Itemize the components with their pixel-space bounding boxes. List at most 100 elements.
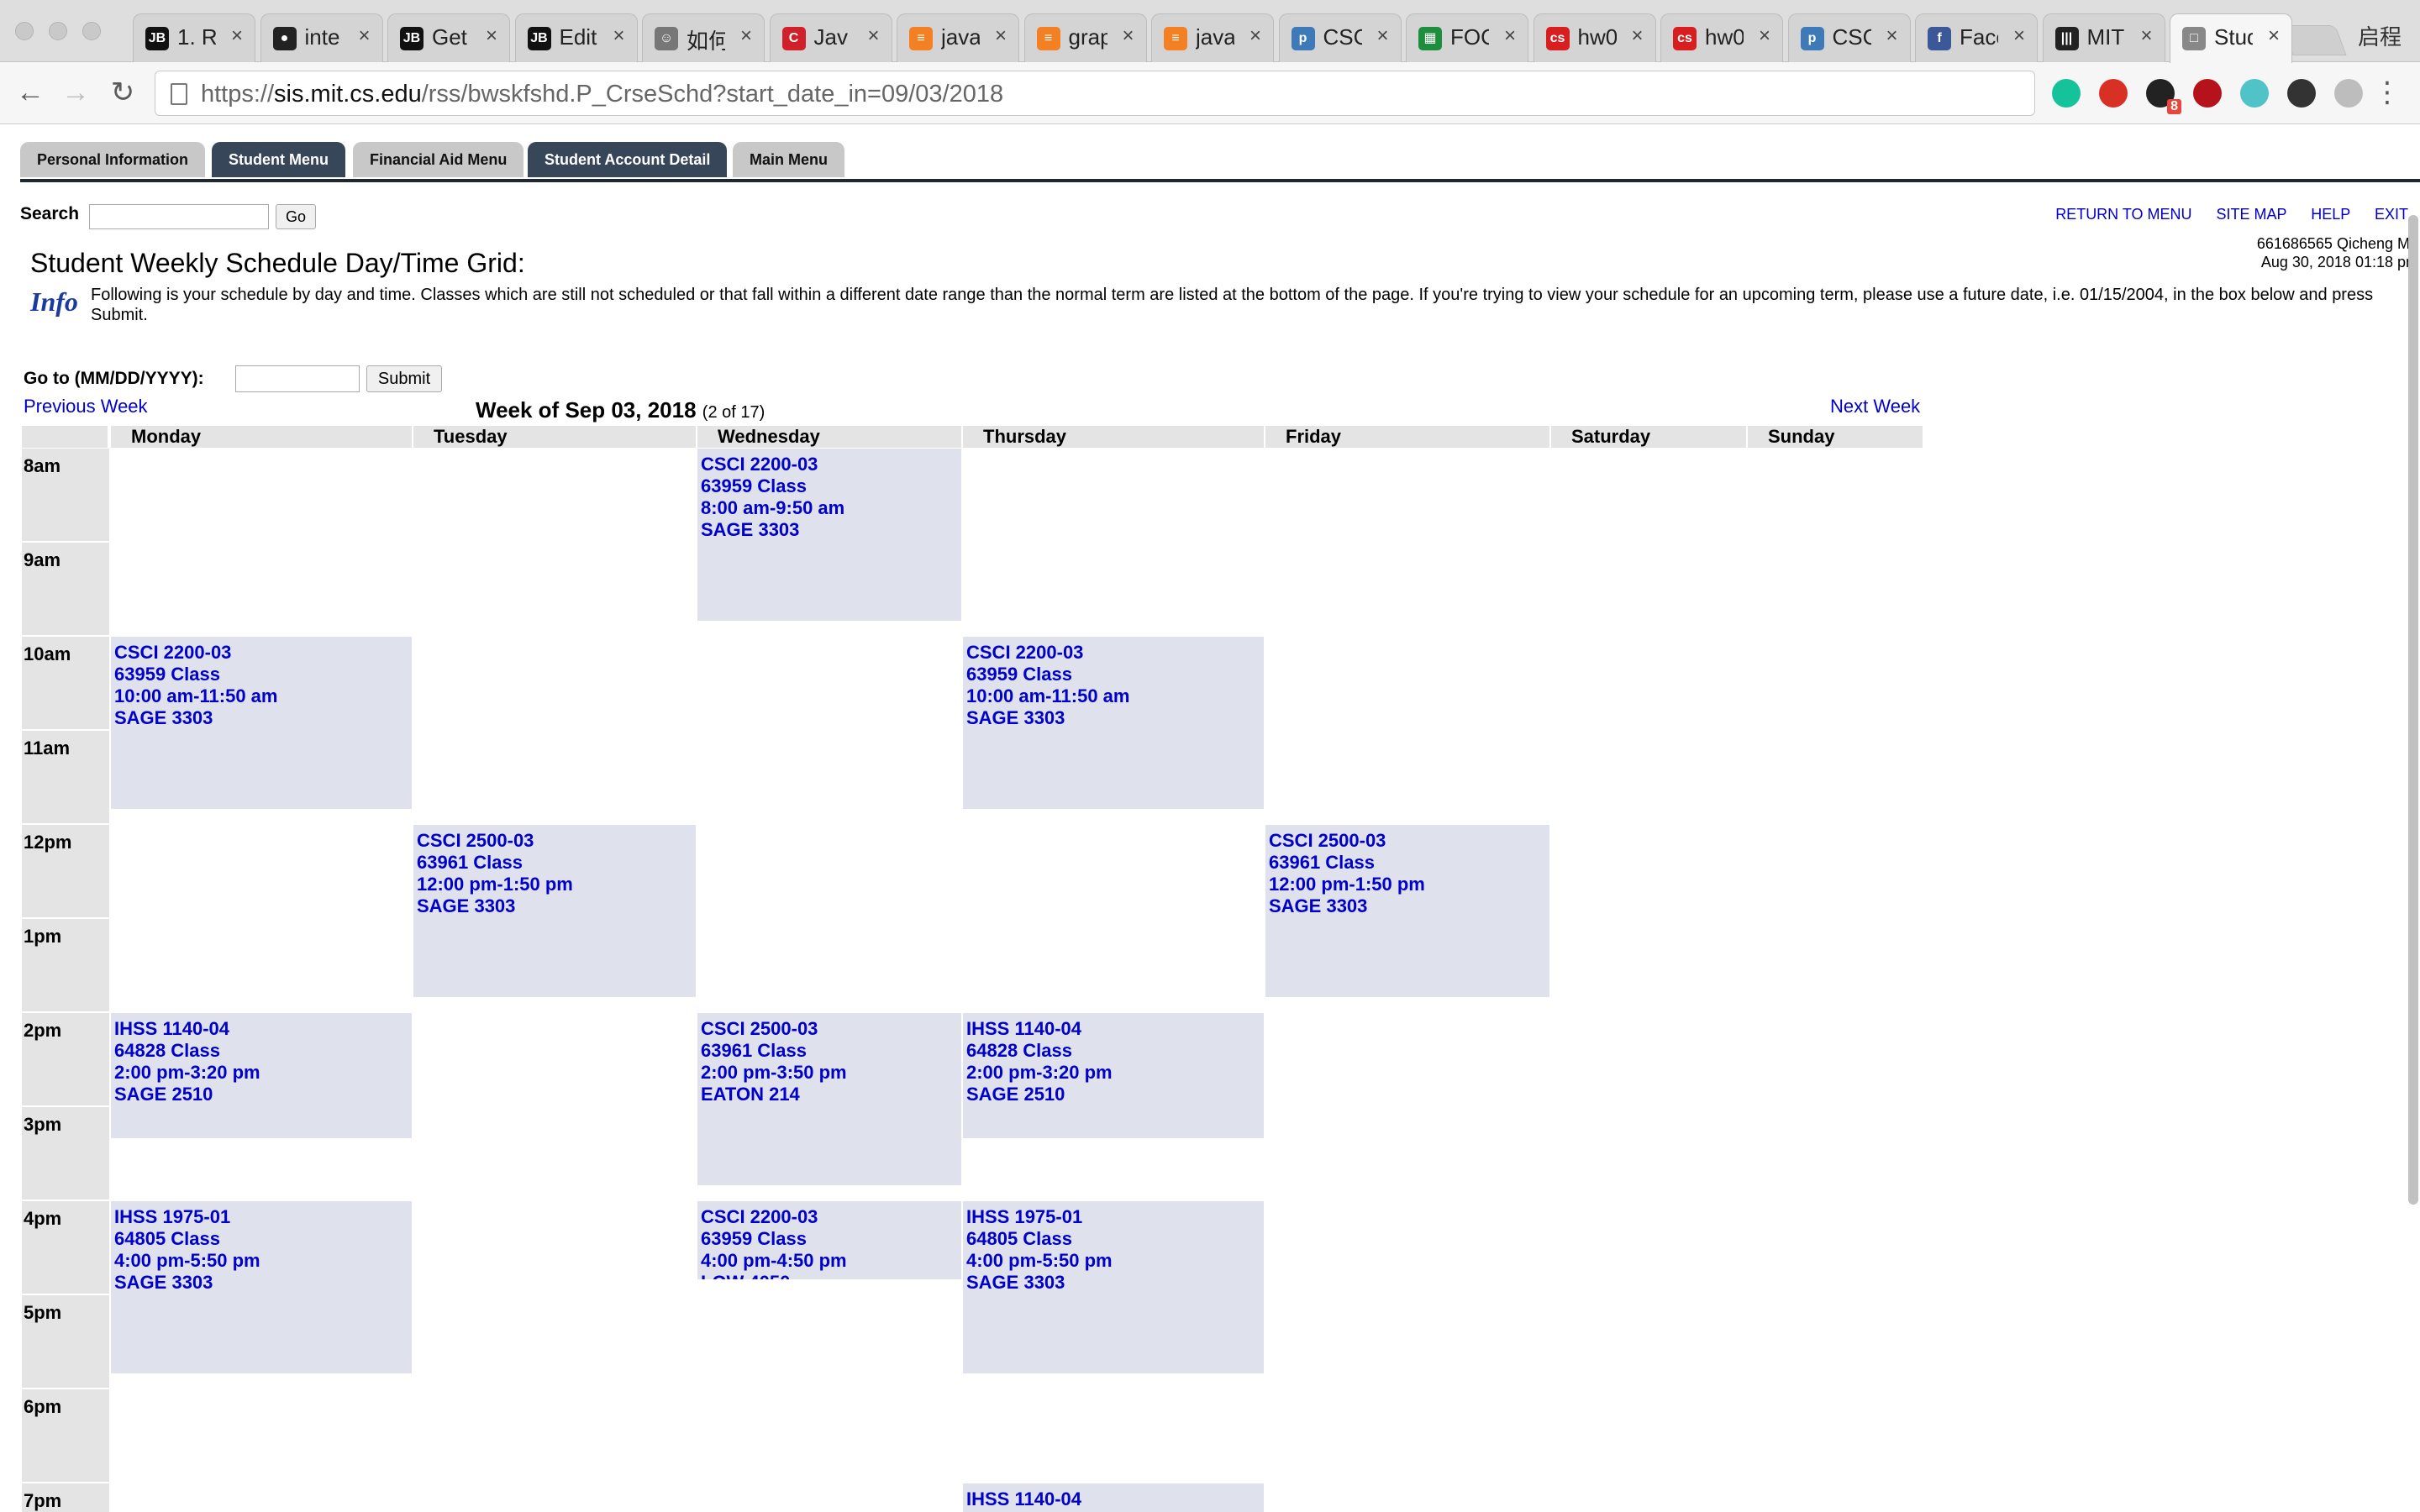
browser-tab-title: java xyxy=(1196,24,1234,50)
browser-tab[interactable]: JB Get × xyxy=(387,13,510,62)
browser-tab-title: hw0 xyxy=(1577,24,1617,50)
close-tab-icon[interactable]: × xyxy=(740,24,752,48)
browser-tab-title: Stud xyxy=(2214,24,2253,50)
close-tab-icon[interactable]: × xyxy=(231,24,243,48)
browser-tab[interactable]: ≡ java × xyxy=(897,13,1019,62)
window-zoom-button[interactable] xyxy=(82,22,101,40)
hypothesis-icon[interactable] xyxy=(2334,79,2363,108)
class-event[interactable]: IHSS 1140-04 64828 Class 2:00 pm-3:20 pm SA… xyxy=(963,1013,1264,1139)
browser-tab-title: Edit xyxy=(559,24,597,50)
window-minimize-button[interactable] xyxy=(49,22,67,40)
url-scheme: https:// xyxy=(201,81,275,108)
close-tab-icon[interactable]: × xyxy=(1504,24,1516,48)
close-tab-icon[interactable]: × xyxy=(1631,24,1643,48)
facebook-icon: f xyxy=(1928,27,1951,50)
class-event-line: LOW 4050 xyxy=(701,1272,961,1279)
class-event-line: CSCI 2500-03 xyxy=(701,1018,818,1039)
class-event-line: 4:00 pm-5:50 pm xyxy=(966,1250,1113,1271)
close-tab-icon[interactable]: × xyxy=(613,24,624,48)
piazza-icon: p xyxy=(1291,27,1315,50)
class-event[interactable]: CSCI 2500-03 63961 Class 2:00 pm-3:50 pm EA… xyxy=(697,1013,961,1186)
class-event[interactable]: CSCI 2500-03 63961 Class 12:00 pm-1:50 pm S… xyxy=(1265,825,1549,998)
browser-tab[interactable]: ▦ FOC × xyxy=(1406,13,1528,62)
day-header: Friday xyxy=(1265,426,1551,448)
url-text[interactable]: https://sis.mit.cs.edu/rss/bwskfshd.P_Cr… xyxy=(201,81,1003,108)
browser-tab[interactable]: ≡ grap × xyxy=(1023,13,1147,62)
class-event-line: 8:00 am-9:50 am xyxy=(701,497,845,518)
class-event[interactable]: CSCI 2200-0363959 Class4:00 pm-4:50 pmLO… xyxy=(697,1201,961,1280)
browser-tab[interactable]: ● inte × xyxy=(260,13,383,62)
window-close-button[interactable] xyxy=(15,22,34,40)
jetbrains-icon: JB xyxy=(400,27,424,50)
sheets-icon: ▦ xyxy=(1418,27,1442,50)
ext-badge-icon[interactable]: 8 xyxy=(2146,79,2181,114)
ublock-icon[interactable] xyxy=(2193,79,2222,108)
browser-tab[interactable]: □ Stud × xyxy=(2170,13,2292,63)
close-tab-icon[interactable]: × xyxy=(1122,24,1134,48)
browser-tab[interactable]: ||| MIT × xyxy=(2042,13,2165,62)
class-event[interactable]: CSCI 2500-03 63961 Class 12:00 pm-1:50 pm S… xyxy=(413,825,696,998)
class-event[interactable]: CSCI 2200-03 63959 Class 10:00 am-11:50 am… xyxy=(111,637,412,810)
close-tab-icon[interactable]: × xyxy=(867,24,879,48)
browser-tab-title: Face xyxy=(1960,24,1998,50)
class-event[interactable]: IHSS 1975-01 64805 Class 4:00 pm-5:50 pm SA… xyxy=(111,1201,412,1374)
video-ext-icon[interactable] xyxy=(2099,79,2128,108)
class-event-line: 2:00 pm-3:50 pm xyxy=(701,1062,847,1083)
class-event-line: IHSS 1975-01 xyxy=(114,1206,231,1227)
class-event-line: SAGE 3303 xyxy=(114,707,213,728)
class-event-line: 63961 Class xyxy=(1269,852,1375,873)
browser-tab[interactable]: p CSC × xyxy=(1787,13,1911,62)
class-event-line: SAGE 2510 xyxy=(114,1084,213,1105)
page-info-icon[interactable] xyxy=(171,83,187,105)
close-tab-icon[interactable]: × xyxy=(2140,24,2152,48)
stackoverflow-icon: ≡ xyxy=(1164,27,1187,50)
close-tab-icon[interactable]: × xyxy=(1376,24,1388,48)
class-event-line: CSCI 2200-03 xyxy=(114,642,232,663)
browser-tab-title: grap xyxy=(1068,24,1107,50)
browser-tab[interactable]: f Face × xyxy=(1915,13,2038,62)
browser-tab[interactable]: ≡ java × xyxy=(1151,13,1274,62)
browser-tab-title: hw0 xyxy=(1705,24,1744,50)
reload-icon[interactable]: ↻ xyxy=(106,76,139,109)
class-event-line: CSCI 2500-03 xyxy=(417,830,534,851)
close-tab-icon[interactable]: × xyxy=(995,24,1007,48)
time-slot-label: 9am xyxy=(22,543,109,637)
forward-arrow-icon[interactable]: → xyxy=(59,76,92,109)
class-event[interactable]: CSCI 2200-03 63959 Class 10:00 am-11:50 am… xyxy=(963,637,1264,810)
cs-icon: cs xyxy=(1545,27,1570,50)
close-tab-icon[interactable]: × xyxy=(486,24,497,48)
browser-tab-title: CSC xyxy=(1832,24,1871,50)
class-event-line: SAGE 2510 xyxy=(966,1084,1065,1105)
close-tab-icon[interactable]: × xyxy=(358,24,370,48)
browser-menu-icon[interactable]: ⋮ xyxy=(2373,76,2402,109)
close-tab-icon[interactable]: × xyxy=(2013,24,2025,48)
close-tab-icon[interactable]: × xyxy=(1759,24,1770,48)
browser-tab[interactable]: p CSC × xyxy=(1278,13,1402,62)
browser-tab[interactable]: ☺ 如何 × xyxy=(642,13,765,62)
time-slot-label: 5pm xyxy=(22,1295,109,1389)
class-event[interactable]: IHSS 1140-04 64828 Class 2:00 pm-3:20 pm SA… xyxy=(111,1013,412,1139)
page-scrollbar[interactable] xyxy=(2408,215,2418,1205)
close-tab-icon[interactable]: × xyxy=(2268,24,2280,48)
grammarly-icon[interactable] xyxy=(2052,79,2081,108)
browser-tab[interactable]: JB Edit × xyxy=(514,13,638,62)
class-event-line: 64828 Class xyxy=(114,1040,220,1061)
class-event[interactable]: CSCI 2200-03 63959 Class 8:00 am-9:50 am SA… xyxy=(697,449,961,622)
class-event[interactable]: IHSS 1975-01 64805 Class 4:00 pm-5:50 pm SA… xyxy=(963,1201,1264,1374)
back-arrow-icon[interactable]: ← xyxy=(13,76,47,109)
browser-tab[interactable]: JB 1. R × xyxy=(133,13,255,62)
close-tab-icon[interactable]: × xyxy=(1249,24,1261,48)
browser-tab[interactable]: cs hw0 × xyxy=(1660,13,1783,62)
browser-tab[interactable]: C Jav × xyxy=(769,13,892,62)
profile-name[interactable]: 启程 xyxy=(2358,20,2402,51)
close-tab-icon[interactable]: × xyxy=(1886,24,1897,48)
mercury-icon[interactable] xyxy=(2240,79,2269,108)
class-event-line: 4:00 pm-4:50 pm xyxy=(701,1250,847,1271)
class-event-line: 10:00 am-11:50 am xyxy=(966,685,1130,706)
class-event[interactable]: IHSS 1140-04 xyxy=(963,1483,1264,1512)
address-bar[interactable]: https://sis.mit.cs.edu/rss/bwskfshd.P_Cr… xyxy=(155,71,2035,116)
browser-tab[interactable]: cs hw0 × xyxy=(1533,13,1656,62)
browser-tab-title: 如何 xyxy=(687,29,725,54)
browser-tab-title: Get xyxy=(432,24,467,50)
record-icon[interactable] xyxy=(2287,79,2316,108)
